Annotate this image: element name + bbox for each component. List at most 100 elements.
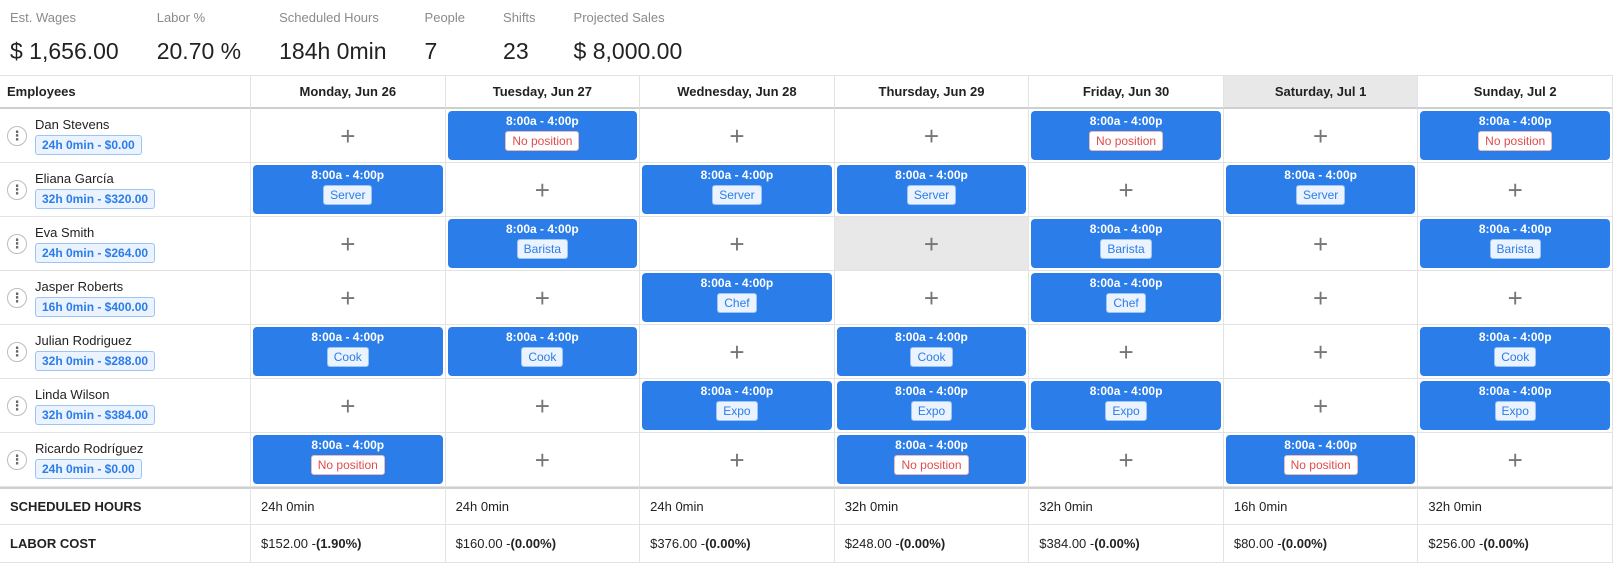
- shift-block[interactable]: 8:00a - 4:00p Server: [642, 165, 832, 214]
- plus-icon[interactable]: +: [729, 231, 744, 257]
- kebab-menu-icon[interactable]: ⋮: [7, 179, 27, 200]
- day-header: Wednesday, Jun 28: [640, 76, 835, 109]
- shift-position-badge: No position: [1089, 131, 1164, 151]
- kebab-menu-icon[interactable]: ⋮: [7, 395, 27, 416]
- day-cell: +: [1223, 271, 1419, 325]
- labor-cost-amount: $80.00 -: [1233, 536, 1282, 551]
- shift-block[interactable]: 8:00a - 4:00p Server: [253, 165, 443, 214]
- shift-time: 8:00a - 4:00p: [1089, 114, 1163, 128]
- plus-icon[interactable]: +: [729, 339, 744, 365]
- plus-icon[interactable]: +: [535, 393, 550, 419]
- labor-cost-percent: (0.00%): [899, 536, 946, 551]
- kebab-menu-icon[interactable]: ⋮: [7, 287, 27, 308]
- employee-summary-badge: 32h 0min - $288.00: [35, 350, 156, 371]
- plus-icon[interactable]: +: [729, 447, 744, 473]
- shift-block[interactable]: 8:00a - 4:00p Expo: [836, 381, 1027, 430]
- shift-time: 8:00a - 4:00p: [506, 222, 579, 236]
- shift-block[interactable]: 8:00a - 4:00p Cook: [1420, 327, 1610, 376]
- shift-block[interactable]: 8:00a - 4:00p Barista: [1031, 219, 1221, 268]
- shift-time: 8:00a - 4:00p: [1089, 384, 1163, 398]
- day-cell: +: [640, 433, 835, 487]
- shift-time: 8:00a - 4:00p: [1284, 438, 1357, 452]
- plus-icon[interactable]: +: [340, 123, 355, 149]
- shift-block[interactable]: 8:00a - 4:00p Expo: [1031, 381, 1221, 430]
- stats-bar: Est. Wages $ 1,656.00 Labor % 20.70 % Schedu…: [0, 0, 1613, 76]
- employee-info: Dan Stevens 24h 0min - $0.00: [35, 117, 142, 155]
- shift-position-badge: Chef: [1106, 293, 1146, 313]
- plus-icon[interactable]: +: [340, 285, 355, 311]
- day-cell: 8:00a - 4:00p Expo: [640, 379, 835, 433]
- shift-block[interactable]: 8:00a - 4:00p No position: [1031, 111, 1221, 160]
- day-cell: 8:00a - 4:00p Barista: [1029, 217, 1224, 271]
- day-cell: +: [1029, 433, 1224, 487]
- shift-time: 8:00a - 4:00p: [700, 168, 774, 182]
- shift-block[interactable]: 8:00a - 4:00p Server: [836, 165, 1027, 214]
- shift-position-badge: No position: [894, 455, 969, 475]
- plus-icon[interactable]: +: [729, 123, 744, 149]
- shift-block[interactable]: 8:00a - 4:00p Expo: [1420, 381, 1610, 430]
- plus-icon[interactable]: +: [340, 393, 355, 419]
- day-cell: +: [445, 271, 641, 325]
- plus-icon[interactable]: +: [1118, 447, 1133, 473]
- plus-icon[interactable]: +: [924, 231, 939, 257]
- plus-icon[interactable]: +: [1313, 285, 1328, 311]
- scheduled-hours-value: 16h 0min: [1223, 487, 1419, 525]
- plus-icon[interactable]: +: [340, 231, 355, 257]
- stat-label: Est. Wages: [10, 10, 76, 25]
- labor-cost-label: LABOR COST: [0, 525, 251, 563]
- plus-icon[interactable]: +: [924, 123, 939, 149]
- plus-icon[interactable]: +: [1508, 177, 1523, 203]
- plus-icon[interactable]: +: [535, 285, 550, 311]
- shift-position-badge: Expo: [716, 401, 758, 421]
- employee-summary-badge: 24h 0min - $0.00: [35, 134, 142, 155]
- day-cell: 8:00a - 4:00p No position: [1418, 109, 1613, 163]
- plus-icon[interactable]: +: [1313, 339, 1328, 365]
- shift-block[interactable]: 8:00a - 4:00p No position: [836, 435, 1027, 484]
- labor-cost-amount: $376.00 -: [650, 536, 706, 551]
- kebab-menu-icon[interactable]: ⋮: [7, 341, 27, 362]
- employee-cell: ⋮ Ricardo Rodríguez 24h 0min - $0.00: [0, 433, 251, 487]
- plus-icon[interactable]: +: [1508, 447, 1523, 473]
- shift-block[interactable]: 8:00a - 4:00p Barista: [1420, 219, 1610, 268]
- kebab-menu-icon[interactable]: ⋮: [7, 125, 27, 146]
- day-cell: 8:00a - 4:00p No position: [834, 433, 1030, 487]
- plus-icon[interactable]: +: [535, 447, 550, 473]
- plus-icon[interactable]: +: [1118, 177, 1133, 203]
- day-header: Sunday, Jul 2: [1418, 76, 1613, 109]
- plus-icon[interactable]: +: [1313, 393, 1328, 419]
- shift-position-badge: Server: [712, 185, 762, 205]
- day-cell: +: [1223, 379, 1419, 433]
- kebab-menu-icon[interactable]: ⋮: [7, 449, 27, 470]
- shift-block[interactable]: 8:00a - 4:00p Cook: [836, 327, 1027, 376]
- plus-icon[interactable]: +: [924, 285, 939, 311]
- shift-block[interactable]: 8:00a - 4:00p No position: [1420, 111, 1610, 160]
- day-cell: +: [640, 217, 835, 271]
- shift-block[interactable]: 8:00a - 4:00p Expo: [642, 381, 832, 430]
- labor-cost-value: $376.00 - (0.00%): [640, 525, 835, 563]
- plus-icon[interactable]: +: [1508, 285, 1523, 311]
- shift-block[interactable]: 8:00a - 4:00p No position: [447, 111, 638, 160]
- plus-icon[interactable]: +: [1313, 231, 1328, 257]
- stat-value: $ 8,000.00: [573, 38, 683, 64]
- plus-icon[interactable]: +: [1118, 339, 1133, 365]
- shift-block[interactable]: 8:00a - 4:00p Barista: [447, 219, 638, 268]
- day-cell: 8:00a - 4:00p Server: [251, 163, 446, 217]
- shift-block[interactable]: 8:00a - 4:00p Cook: [447, 327, 638, 376]
- labor-cost-percent: (0.00%): [1094, 536, 1140, 551]
- shift-block[interactable]: 8:00a - 4:00p No position: [1225, 435, 1416, 484]
- labor-cost-amount: $256.00 -: [1428, 536, 1484, 551]
- shift-block[interactable]: 8:00a - 4:00p No position: [253, 435, 443, 484]
- employee-summary-badge: 24h 0min - $0.00: [35, 458, 142, 479]
- kebab-menu-icon[interactable]: ⋮: [7, 233, 27, 254]
- shift-block[interactable]: 8:00a - 4:00p Cook: [253, 327, 443, 376]
- shift-block[interactable]: 8:00a - 4:00p Chef: [642, 273, 832, 322]
- shift-block[interactable]: 8:00a - 4:00p Server: [1225, 165, 1416, 214]
- employee-summary-badge: 16h 0min - $400.00: [35, 296, 156, 317]
- shift-block[interactable]: 8:00a - 4:00p Chef: [1031, 273, 1221, 322]
- day-cell: +: [445, 163, 641, 217]
- shift-position-badge: Expo: [1105, 401, 1147, 421]
- plus-icon[interactable]: +: [535, 177, 550, 203]
- plus-icon[interactable]: +: [1313, 123, 1328, 149]
- shift-position-badge: Cook: [1494, 347, 1537, 367]
- employees-header: Employees: [0, 76, 251, 109]
